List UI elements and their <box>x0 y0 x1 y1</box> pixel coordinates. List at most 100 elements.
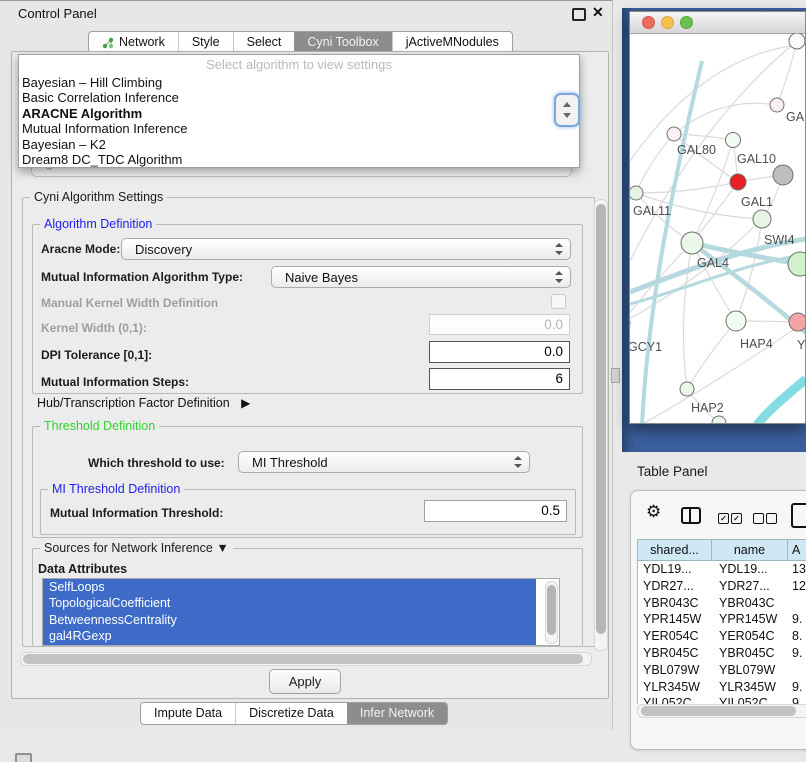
column-header-name[interactable]: name <box>712 540 788 560</box>
dock-panel-icon[interactable] <box>15 753 32 762</box>
network-node-gal[interactable] <box>770 98 784 112</box>
column-header-shared[interactable]: shared... <box>638 540 712 560</box>
algorithm-combo-button[interactable] <box>554 93 580 127</box>
table-cell: YLR345W <box>638 679 712 696</box>
attribute-item-selfloops[interactable]: SelfLoops <box>43 579 536 595</box>
algorithm-option-bayesian-hill-climbing[interactable]: Bayesian – Hill Climbing <box>22 75 576 90</box>
scrollbar-thumb[interactable] <box>547 585 556 635</box>
network-node[interactable] <box>773 165 793 185</box>
minimize-traffic-light-icon[interactable] <box>661 16 674 29</box>
table-row[interactable]: YDR27...YDR27...12 <box>638 578 806 595</box>
tab-select[interactable]: Select <box>233 32 295 53</box>
zoom-traffic-light-icon[interactable] <box>680 16 693 29</box>
network-node-y[interactable] <box>789 313 805 331</box>
manual-kernel-checkbox[interactable] <box>551 294 566 309</box>
close-panel-icon[interactable]: ✕ <box>592 4 604 21</box>
network-nodes[interactable]: GALGAL80GAL10GAL1GAL11GAL4SWI4GCY1HAP4YH… <box>630 33 805 423</box>
node-label-y: Y <box>797 338 805 352</box>
cyni-toolbox-panel: galFiltered.sif default node Select algo… <box>11 51 609 699</box>
bottom-tab-impute-data[interactable]: Impute Data <box>141 703 235 724</box>
table-panel-card: ⚙ ✓ ✓ shared...nameA YDL19...YDL19...13Y… <box>630 490 806 750</box>
network-node-gal10[interactable] <box>726 133 741 148</box>
table-row[interactable]: YIL052CYIL052C9. <box>638 695 806 704</box>
columns-icon[interactable] <box>681 507 701 524</box>
gear-icon[interactable]: ⚙ <box>646 503 661 520</box>
table-file-icon[interactable] <box>791 503 806 528</box>
hub-definition-section[interactable]: Hub/Transcription Factor Definition ▶ <box>37 396 250 410</box>
algorithm-option-mutual-information-inference[interactable]: Mutual Information Inference <box>22 121 576 136</box>
network-icon <box>102 37 114 49</box>
table-row[interactable]: YBR045CYBR045C9. <box>638 645 806 662</box>
scrollbar-thumb[interactable] <box>596 204 606 634</box>
deselect-checks-icon[interactable] <box>766 513 777 524</box>
apply-button[interactable]: Apply <box>269 669 341 694</box>
kernel-width-field[interactable]: 0.0 <box>429 314 570 335</box>
network-node-hap2[interactable] <box>680 382 694 396</box>
node-label-gal80: GAL80 <box>677 143 716 157</box>
network-node[interactable] <box>789 33 805 49</box>
attribute-item-topologicalcoefficient[interactable]: TopologicalCoefficient <box>43 595 536 611</box>
which-threshold-combo[interactable]: MI Threshold <box>238 451 530 473</box>
table-row[interactable]: YBR043CYBR043C <box>638 595 806 612</box>
dpi-tolerance-field[interactable]: 0.0 <box>429 341 570 363</box>
network-window-titlebar[interactable] <box>630 12 805 34</box>
tab-label: Style <box>192 32 220 53</box>
table-row[interactable]: YPR145WYPR145W9. <box>638 611 806 628</box>
network-window[interactable]: GALGAL80GAL10GAL1GAL11GAL4SWI4GCY1HAP4YH… <box>629 11 806 424</box>
mi-type-value: Naive Bayes <box>285 270 358 285</box>
network-node[interactable] <box>788 252 805 276</box>
aracne-mode-combo[interactable]: Discovery <box>121 238 571 260</box>
algorithm-option-aracne-algorithm[interactable]: ARACNE Algorithm <box>22 106 576 121</box>
mi-steps-field[interactable]: 6 <box>429 368 570 390</box>
close-traffic-light-icon[interactable] <box>642 16 655 29</box>
node-label-gal11: GAL11 <box>633 204 671 218</box>
tab-network[interactable]: Network <box>89 32 178 53</box>
algorithm-option-bayesian-k2[interactable]: Bayesian – K2 <box>22 137 576 152</box>
cyni-algorithm-settings-group: Cyni Algorithm Settings Algorithm Defini… <box>22 197 595 647</box>
algorithm-dropdown-placeholder: Select algorithm to view settings <box>19 57 579 72</box>
network-node-hap4[interactable] <box>726 311 746 331</box>
mi-threshold-group-title: MI Threshold Definition <box>48 482 184 496</box>
table-row[interactable]: YBL079WYBL079W <box>638 662 806 679</box>
mi-threshold-field[interactable]: 0.5 <box>424 500 567 522</box>
mi-type-label: Mutual Information Algorithm Type: <box>41 270 243 284</box>
network-node[interactable] <box>712 416 726 423</box>
algorithm-dropdown-popup: Select algorithm to view settings Bayesi… <box>18 54 580 168</box>
attribute-item-gal4rgexp[interactable]: gal4RGexp <box>43 628 536 644</box>
which-threshold-value: MI Threshold <box>252 455 328 470</box>
collapsed-arrow-icon[interactable]: ▶ <box>241 396 250 410</box>
table-cell: YIL052C <box>712 695 788 704</box>
network-node-gal4[interactable] <box>681 232 703 254</box>
scrollbar-thumb[interactable] <box>641 706 796 716</box>
bottom-tab-infer-network[interactable]: Infer Network <box>347 703 447 724</box>
attribute-item-betweennesscentrality[interactable]: BetweennessCentrality <box>43 612 536 628</box>
select-all-checks-icon[interactable]: ✓ <box>731 513 742 524</box>
network-node-swi4[interactable] <box>753 210 771 228</box>
table-row[interactable]: YLR345WYLR345W9. <box>638 679 806 696</box>
select-all-checks-icon[interactable]: ✓ <box>718 513 729 524</box>
settings-vertical-scrollbar[interactable] <box>594 199 608 651</box>
attribute-list-scrollbar[interactable] <box>545 581 558 644</box>
scrollbar-thumb[interactable] <box>23 654 583 664</box>
tab-cyni-toolbox[interactable]: Cyni Toolbox <box>294 32 391 53</box>
table-horizontal-scrollbar[interactable] <box>637 704 806 718</box>
tab-style[interactable]: Style <box>178 32 233 53</box>
network-node-gal11[interactable] <box>630 186 643 200</box>
data-attributes-list: SelfLoopsTopologicalCoefficientBetweenne… <box>42 578 560 646</box>
algorithm-option-basic-correlation-inference[interactable]: Basic Correlation Inference <box>22 90 576 105</box>
settings-horizontal-scrollbar[interactable] <box>20 652 592 666</box>
table-row[interactable]: YDL19...YDL19...13 <box>638 561 806 578</box>
panel-divider-handle[interactable] <box>611 368 620 383</box>
deselect-checks-icon[interactable] <box>753 513 764 524</box>
algorithm-option-dream8-dc-tdc-algorithm[interactable]: Dream8 DC_TDC Algorithm <box>22 152 576 167</box>
mi-type-combo[interactable]: Naive Bayes <box>271 266 571 288</box>
table-row[interactable]: YER054CYER054C8. <box>638 628 806 645</box>
tab-jactivemnodules[interactable]: jActiveMNodules <box>392 32 512 53</box>
network-node-gal80[interactable] <box>667 127 681 141</box>
network-canvas[interactable]: GALGAL80GAL10GAL1GAL11GAL4SWI4GCY1HAP4YH… <box>630 33 805 423</box>
network-node-gal1[interactable] <box>730 174 746 190</box>
column-header-a[interactable]: A <box>788 540 806 560</box>
bottom-tab-discretize-data[interactable]: Discretize Data <box>235 703 347 724</box>
expanded-arrow-icon[interactable]: ▼ <box>216 541 228 555</box>
float-panel-icon[interactable] <box>572 8 586 21</box>
